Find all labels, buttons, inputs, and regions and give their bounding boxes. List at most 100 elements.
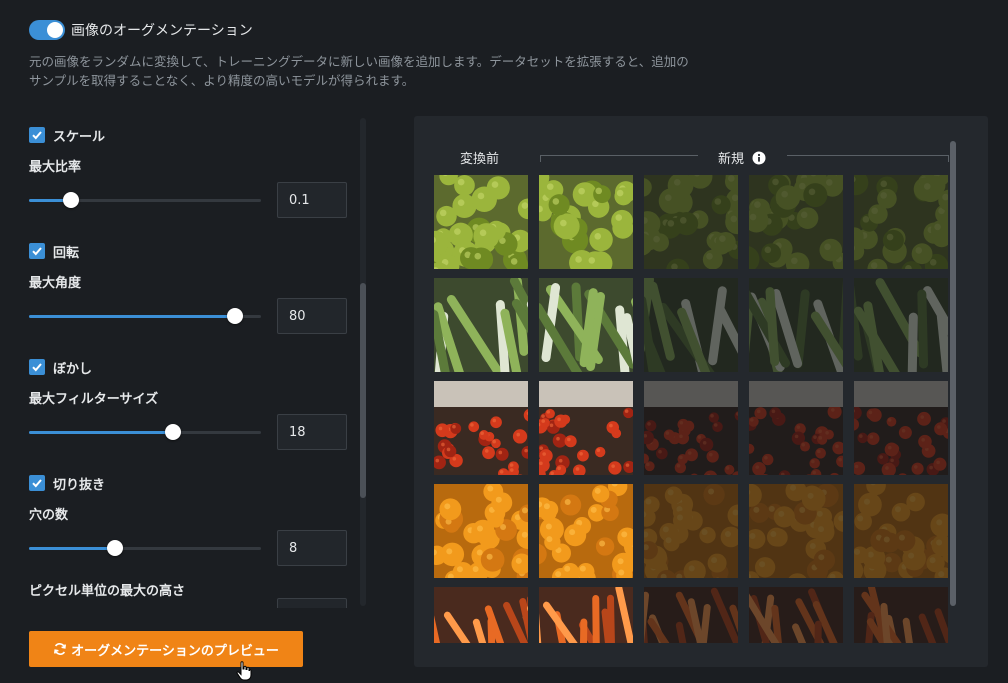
augmented-image-thumbnail — [749, 175, 843, 269]
new-column-label: 新規 — [718, 148, 766, 167]
hole-count-label: 穴の数 — [29, 508, 69, 523]
cutout-label: 切り抜き — [53, 477, 106, 493]
hole-count-slider[interactable] — [29, 540, 261, 556]
scale-checkbox[interactable] — [29, 127, 45, 143]
carrots-photo — [539, 587, 633, 643]
blur-checkbox[interactable] — [29, 359, 45, 375]
max-ratio-label: 最大比率 — [29, 160, 82, 175]
augmented-image-thumbnail — [644, 278, 738, 372]
green-apples-photo — [434, 175, 528, 269]
augmented-image-thumbnail — [644, 381, 738, 475]
max-filter-size-input[interactable]: 18 — [277, 414, 347, 450]
slider-thumb[interactable] — [164, 424, 181, 440]
oranges-photo — [539, 484, 633, 578]
loading-overlay — [749, 381, 843, 475]
leeks-photo — [434, 278, 528, 372]
loading-overlay — [749, 175, 843, 269]
hole-count-input[interactable]: 8 — [277, 530, 347, 566]
scale-label: スケール — [53, 129, 106, 145]
preview-image-grid — [434, 175, 949, 643]
max-filter-size-slider-row: 18 — [29, 414, 349, 450]
original-image-thumbnail — [434, 381, 528, 475]
augmented-image-thumbnail — [854, 175, 948, 269]
augmented-image-thumbnail — [644, 484, 738, 578]
augmented-image-thumbnail — [854, 484, 948, 578]
loading-overlay — [644, 484, 738, 578]
max-angle-slider-row: 80 — [29, 298, 349, 334]
max-angle-label: 最大角度 — [29, 276, 82, 291]
loading-overlay — [854, 175, 948, 269]
loading-overlay — [854, 278, 948, 372]
rotation-checkbox[interactable] — [29, 243, 45, 259]
augmented-image-thumbnail — [644, 175, 738, 269]
hole-count-slider-row: 8 — [29, 530, 349, 566]
augmented-image-thumbnail — [539, 587, 633, 643]
slider-fill — [29, 547, 115, 550]
loading-overlay — [644, 175, 738, 269]
blur-section: ぼかし 最大フィルターサイズ 18 — [29, 358, 349, 450]
settings-scrollbar-thumb[interactable] — [360, 283, 366, 498]
augmented-image-thumbnail — [749, 587, 843, 643]
slider-thumb[interactable] — [106, 540, 123, 556]
cutout-section: 切り抜き 穴の数 8 — [29, 474, 349, 566]
original-image-thumbnail — [434, 175, 528, 269]
description-line-1: 元の画像をランダムに変換して、トレーニングデータに新しい画像を追加します。データ… — [29, 54, 689, 69]
before-column-label: 変換前 — [460, 152, 500, 167]
augmented-image-thumbnail — [749, 381, 843, 475]
augmented-image-thumbnail — [749, 278, 843, 372]
preview-scrollbar[interactable] — [950, 141, 956, 641]
max-height-label: ピクセル単位の最大の高さ — [29, 584, 186, 599]
toggle-knob — [47, 22, 63, 38]
augmented-image-thumbnail — [854, 587, 948, 643]
slider-thumb[interactable] — [227, 308, 244, 324]
slider-thumb[interactable] — [62, 192, 79, 208]
augmentation-preview-panel: 変換前 新規 — [414, 116, 988, 667]
max-angle-input[interactable]: 80 — [277, 298, 347, 334]
cutout-checkbox[interactable] — [29, 475, 45, 491]
info-icon[interactable] — [752, 151, 766, 165]
bracket-right-tick — [948, 155, 949, 162]
oranges-photo — [434, 484, 528, 578]
augmentation-settings-page: 画像のオーグメンテーション 元の画像をランダムに変換して、トレーニングデータに新… — [0, 0, 1008, 683]
leeks-photo — [539, 278, 633, 372]
bracket-left-line — [540, 155, 698, 156]
tomatoes-photo — [539, 381, 633, 475]
loading-overlay — [644, 278, 738, 372]
max-filter-size-label: 最大フィルターサイズ — [29, 392, 159, 407]
augmentation-toggle-row: 画像のオーグメンテーション — [29, 20, 253, 40]
augmentation-toggle-label: 画像のオーグメンテーション — [71, 23, 253, 39]
max-angle-slider[interactable] — [29, 308, 261, 324]
max-ratio-slider-row: 0.1 — [29, 182, 349, 218]
green-apples-photo — [539, 175, 633, 269]
description-line-2: サンプルを取得することなく、より精度の高いモデルが得られます。 — [29, 73, 415, 88]
loading-overlay — [854, 484, 948, 578]
scale-section: スケール 最大比率 0.1 — [29, 126, 349, 218]
bracket-right-line — [787, 155, 949, 156]
original-image-thumbnail — [434, 484, 528, 578]
max-ratio-input[interactable]: 0.1 — [277, 182, 347, 218]
augmentation-toggle[interactable] — [29, 20, 65, 40]
original-image-thumbnail — [434, 278, 528, 372]
preview-augmentation-button[interactable]: オーグメンテーションのプレビュー — [29, 631, 303, 667]
check-icon — [32, 363, 42, 372]
loading-overlay — [644, 587, 738, 643]
original-image-thumbnail — [434, 587, 528, 643]
loading-overlay — [644, 381, 738, 475]
augmented-image-thumbnail — [539, 484, 633, 578]
settings-scrollbar[interactable] — [360, 118, 366, 606]
loading-overlay — [749, 484, 843, 578]
tomatoes-photo — [434, 381, 528, 475]
augmented-image-thumbnail — [854, 278, 948, 372]
max-height-input[interactable] — [277, 598, 347, 608]
max-ratio-slider[interactable] — [29, 192, 261, 208]
check-icon — [32, 131, 42, 140]
augmented-image-thumbnail — [539, 175, 633, 269]
refresh-icon — [53, 642, 67, 656]
new-column-header: 新規 — [540, 146, 949, 167]
preview-scrollbar-thumb[interactable] — [950, 141, 956, 606]
max-filter-size-slider[interactable] — [29, 424, 261, 440]
loading-overlay — [749, 587, 843, 643]
settings-panel: スケール 最大比率 0.1 回転 最大角度 80 ぼかし 最大フィルターサイズ … — [29, 118, 349, 608]
augmentation-description: 元の画像をランダムに変換して、トレーニングデータに新しい画像を追加します。データ… — [29, 52, 789, 90]
rotation-label: 回転 — [53, 245, 80, 261]
